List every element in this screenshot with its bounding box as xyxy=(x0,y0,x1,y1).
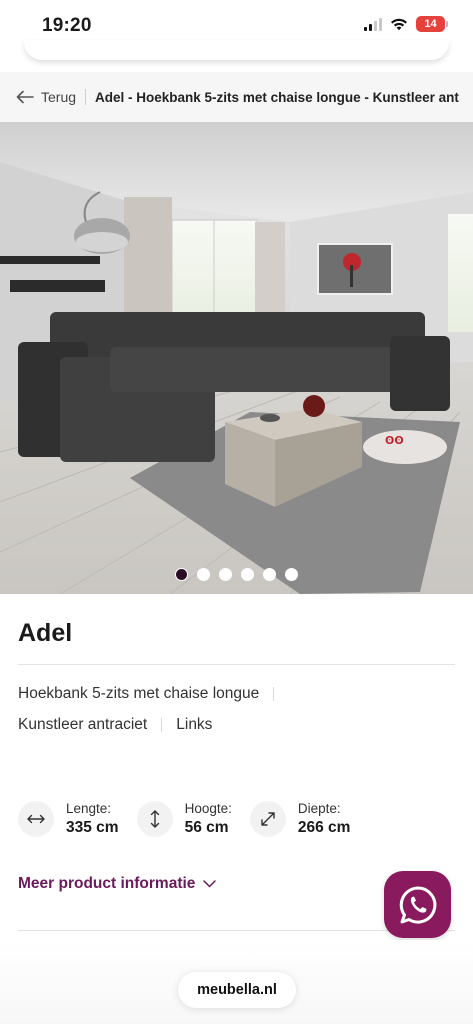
arrows-diagonal-icon xyxy=(249,801,286,837)
product-attributes-row: Hoekbank 5-zits met chaise longue xyxy=(18,685,288,703)
product-attribute: Hoekbank 5-zits met chaise longue xyxy=(18,685,260,702)
arrows-vertical-icon xyxy=(136,801,173,837)
breadcrumb: Terug Adel - Hoekbank 5-zits met chaise … xyxy=(0,72,473,122)
back-arrow-icon[interactable] xyxy=(16,90,34,104)
more-product-info-toggle[interactable]: Meer product informatie xyxy=(18,875,217,893)
divider xyxy=(18,664,455,665)
product-attributes-row: Kunstleer antraciet Links xyxy=(18,716,212,734)
svg-text:ʘʘ: ʘʘ xyxy=(385,434,404,447)
breadcrumb-current-page: Adel - Hoekbank 5-zits met chaise longue… xyxy=(95,89,459,105)
product-title: Adel xyxy=(18,619,73,647)
address-bar[interactable]: meubella.nl xyxy=(178,972,296,1008)
dimension-value: 56 cm xyxy=(184,819,229,836)
cellular-signal-icon xyxy=(364,17,382,31)
dimension-label: Lengte: xyxy=(66,801,112,816)
dimensions: Lengte: 335 cm Hoogte: 56 cm Diepte: 266… xyxy=(18,800,350,838)
dimension-value: 266 cm xyxy=(297,819,351,836)
dimension-label: Hoogte: xyxy=(184,801,232,816)
breadcrumb-divider xyxy=(85,89,87,105)
product-photo: ʘʘ xyxy=(0,122,473,594)
whatsapp-icon xyxy=(399,886,436,923)
dimension-length: Lengte: 335 cm xyxy=(18,800,119,838)
gallery-dot[interactable] xyxy=(175,568,188,581)
status-time: 19:20 xyxy=(42,15,92,36)
arrows-horizontal-icon xyxy=(18,801,54,837)
gallery-dot[interactable] xyxy=(197,568,210,581)
whatsapp-button[interactable] xyxy=(384,871,451,938)
back-link[interactable]: Terug xyxy=(41,89,76,105)
status-icons: 14 xyxy=(364,16,448,32)
dimension-label: Diepte: xyxy=(297,801,341,816)
dimension-value: 335 cm xyxy=(66,819,119,836)
gallery-dot[interactable] xyxy=(241,568,254,581)
attribute-divider xyxy=(273,687,275,701)
page: 19:20 14 Terug Adel - Hoekbank 5-zits me… xyxy=(0,0,473,1024)
dimension-height: Hoogte: 56 cm xyxy=(136,800,232,838)
product-attribute: Kunstleer antraciet xyxy=(18,716,148,733)
browser-toolbar[interactable] xyxy=(24,40,449,60)
gallery-pagination xyxy=(0,568,473,581)
product-attribute: Links xyxy=(176,716,213,733)
product-image-gallery[interactable]: ʘʘ xyxy=(0,122,473,594)
more-product-info-label: Meer product informatie xyxy=(18,875,196,892)
gallery-dot[interactable] xyxy=(219,568,232,581)
battery-icon: 14 xyxy=(416,16,448,32)
chevron-down-icon xyxy=(203,880,217,888)
wifi-icon xyxy=(391,18,407,31)
dimension-depth: Diepte: 266 cm xyxy=(249,800,351,838)
gallery-dot[interactable] xyxy=(285,568,298,581)
gallery-dot[interactable] xyxy=(263,568,276,581)
attribute-divider xyxy=(161,718,163,732)
